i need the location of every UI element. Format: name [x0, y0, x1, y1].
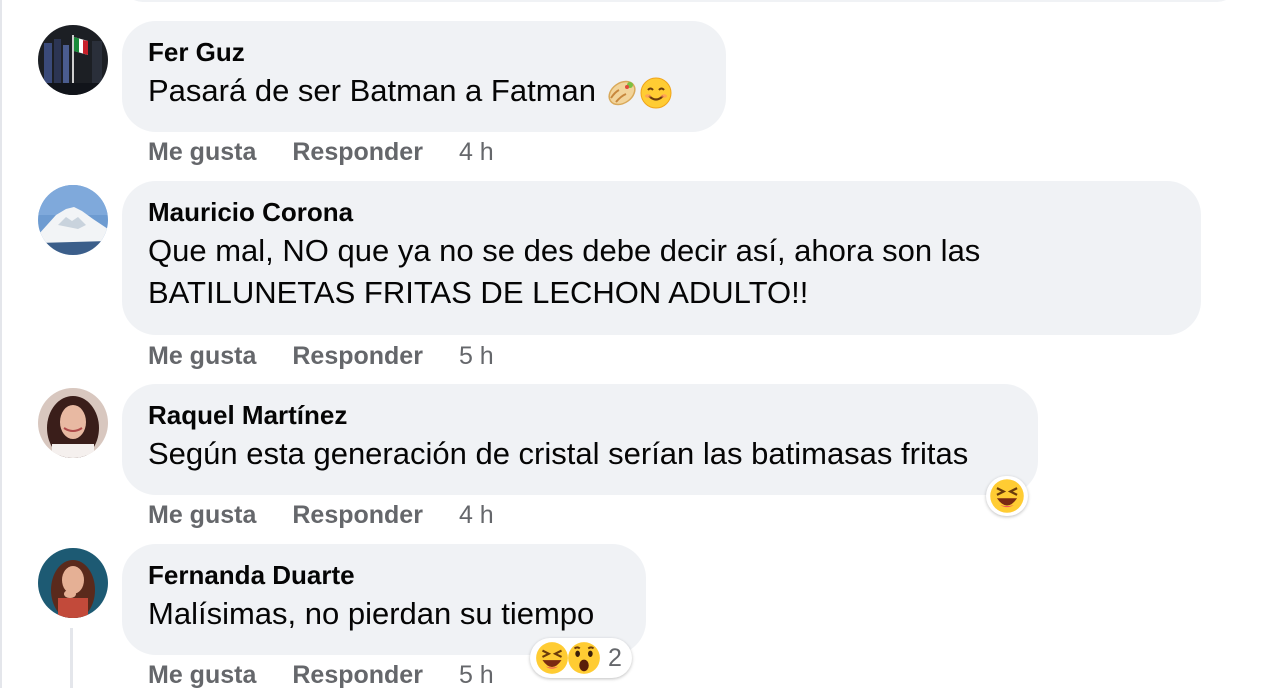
left-divider: [0, 0, 2, 688]
reaction-count: 2: [608, 643, 622, 672]
timestamp[interactable]: 5 h: [459, 661, 494, 688]
burrito-emoji-icon: [608, 80, 636, 106]
laughing-emoji-icon: [990, 479, 1024, 513]
comment-text: Malísimas, no pierdan su tiempo: [148, 596, 595, 631]
timestamp[interactable]: 4 h: [459, 501, 494, 530]
comment-author[interactable]: Fer Guz: [148, 37, 700, 67]
comment-bubble: Fer Guz Pasará de ser Batman a Fatman: [122, 21, 726, 132]
comment-author[interactable]: Fernanda Duarte: [148, 560, 620, 590]
laughing-emoji-icon: [536, 642, 568, 674]
smiling-emoji-icon: [640, 77, 672, 109]
comment-bubble: Mauricio Corona Que mal, NO que ya no se…: [122, 181, 1201, 335]
comment-author[interactable]: Mauricio Corona: [148, 197, 1175, 227]
comment-actions: Me gusta Responder 4 h: [148, 501, 494, 530]
like-button[interactable]: Me gusta: [148, 138, 256, 167]
like-button[interactable]: Me gusta: [148, 342, 256, 371]
avatar[interactable]: [38, 25, 108, 95]
reply-button[interactable]: Responder: [292, 501, 423, 530]
reply-thread-line: [70, 628, 73, 688]
comments-page: Fer Guz Pasará de ser Batman a Fatman Me…: [0, 0, 1280, 688]
comment-bubble: Raquel Martínez Según esta generación de…: [122, 384, 1038, 495]
comment-actions: Me gusta Responder 5 h: [148, 661, 494, 688]
comment-text: Según esta generación de cristal serían …: [148, 436, 969, 471]
previous-comment-bubble: [122, 0, 1238, 2]
comment-actions: Me gusta Responder 5 h: [148, 342, 494, 371]
timestamp[interactable]: 4 h: [459, 138, 494, 167]
comment-text-line: Que mal, NO que ya no se des debe decir …: [148, 233, 981, 268]
comment-actions: Me gusta Responder 4 h: [148, 138, 494, 167]
reply-button[interactable]: Responder: [292, 138, 423, 167]
reaction-summary[interactable]: [986, 476, 1028, 516]
avatar[interactable]: [38, 185, 108, 255]
comment-text-line: BATILUNETAS FRITAS DE LECHON ADULTO!!: [148, 275, 809, 310]
avatar[interactable]: [38, 388, 108, 458]
like-button[interactable]: Me gusta: [148, 661, 256, 688]
comment-author[interactable]: Raquel Martínez: [148, 400, 1012, 430]
comment-text: Pasará de ser Batman a Fatman: [148, 70, 700, 112]
reply-button[interactable]: Responder: [292, 661, 423, 688]
reply-button[interactable]: Responder: [292, 342, 423, 371]
like-button[interactable]: Me gusta: [148, 501, 256, 530]
reaction-summary[interactable]: 2: [530, 638, 632, 678]
avatar[interactable]: [38, 548, 108, 618]
timestamp[interactable]: 5 h: [459, 342, 494, 371]
wow-emoji-icon: [568, 642, 600, 674]
comment-text: Que mal, NO que ya no se des debe decir …: [148, 230, 1175, 314]
